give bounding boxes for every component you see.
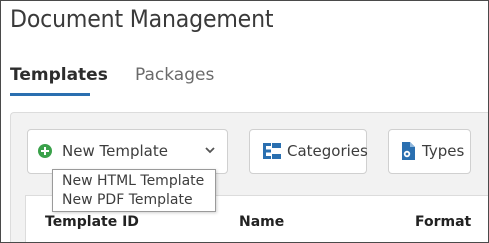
tab-templates[interactable]: Templates [10,65,108,96]
categories-button[interactable]: Categories [249,129,368,174]
active-tab-indicator [10,93,90,96]
tab-templates-label: Templates [10,65,108,85]
tab-packages-label: Packages [135,65,215,85]
types-label: Types [422,142,465,160]
types-button[interactable]: Types [388,129,471,174]
app-frame: Document Management Templates Packages N… [0,0,489,243]
categories-label: Categories [287,142,368,160]
menu-item-new-html-template[interactable]: New HTML Template [62,173,204,189]
chevron-down-icon[interactable] [204,144,216,156]
page-title: Document Management [10,5,274,33]
tab-packages[interactable]: Packages [135,65,214,85]
column-header-template-id[interactable]: Template ID [45,214,139,230]
column-header-name[interactable]: Name [239,214,284,230]
column-header-format[interactable]: Format [415,214,471,230]
types-icon [402,142,415,160]
new-template-label: New Template [62,142,168,160]
new-template-dropdown-menu: New HTML Template New PDF Template [52,169,216,212]
menu-item-new-pdf-template[interactable]: New PDF Template [62,192,193,208]
new-template-button[interactable]: New Template [27,129,228,174]
plus-circle-icon [38,144,52,158]
categories-icon [263,143,281,159]
